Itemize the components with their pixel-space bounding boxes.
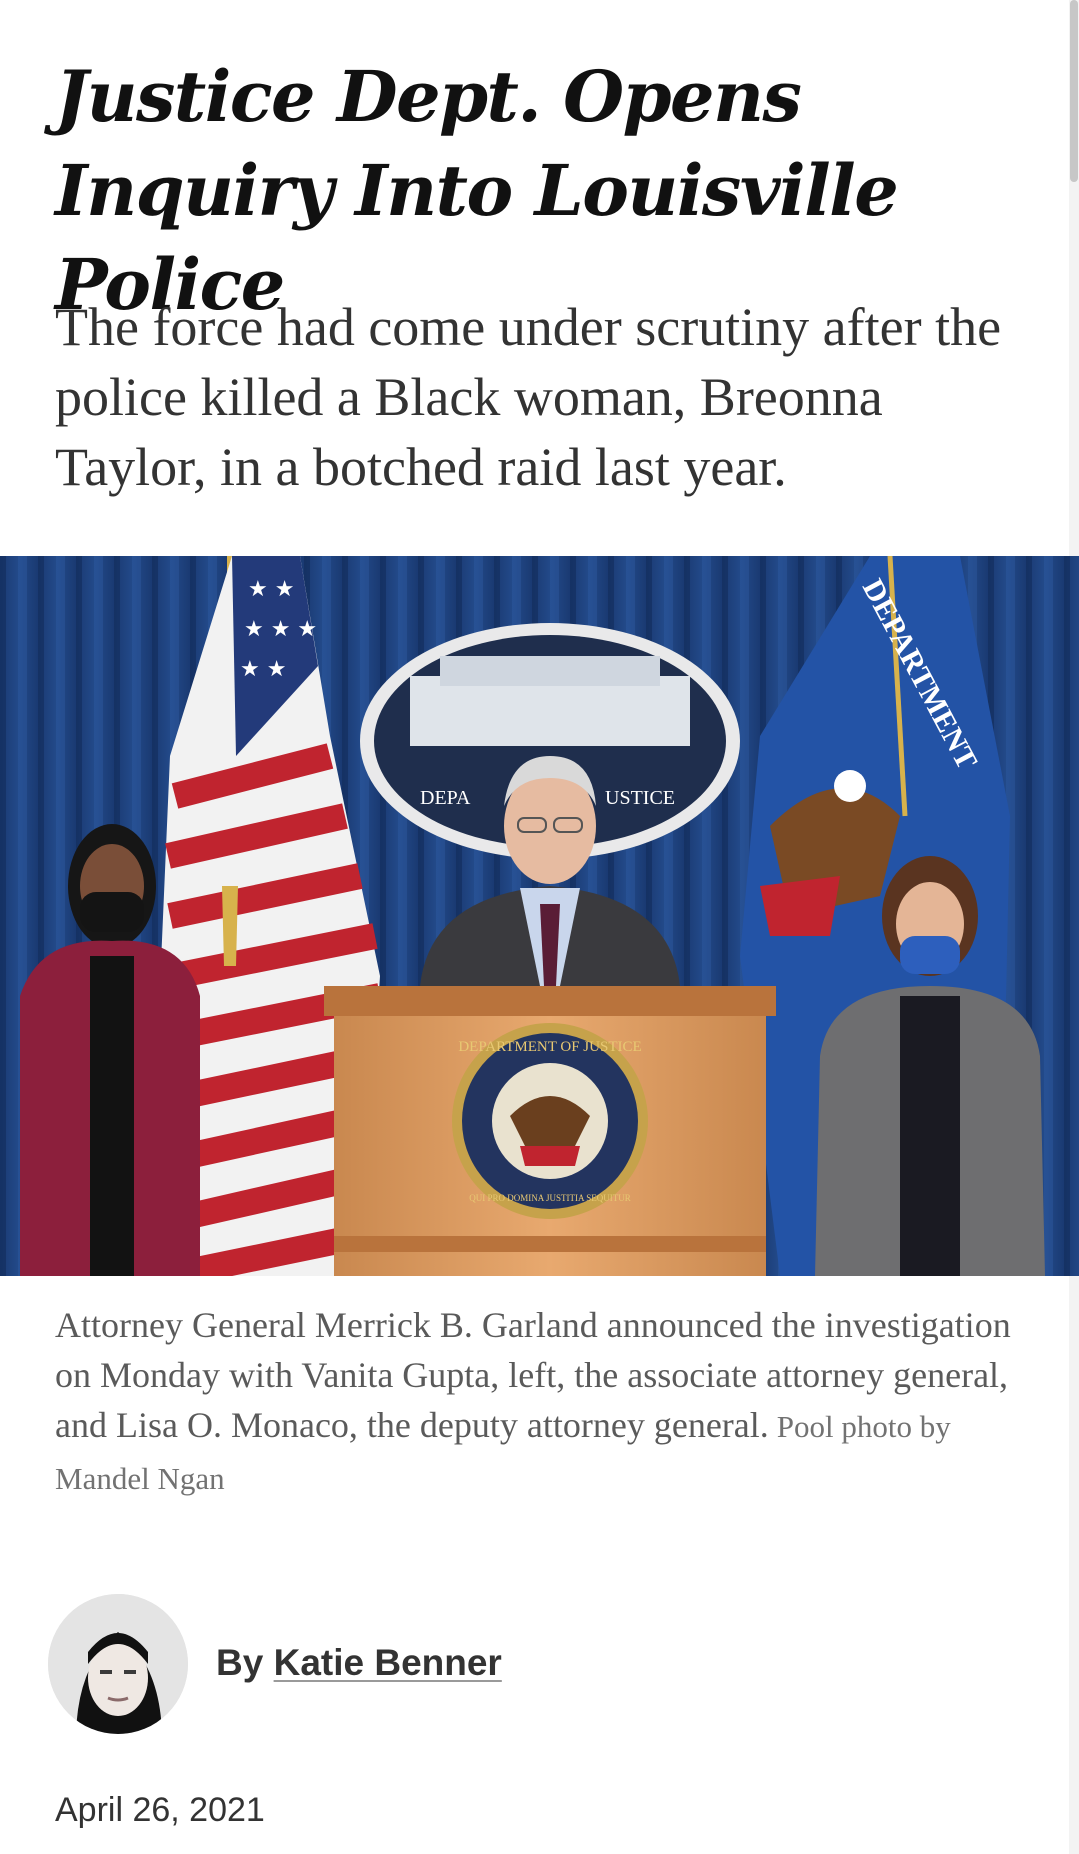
svg-text:★ ★: ★ ★ [240, 657, 286, 682]
podium-seal-text: DEPARTMENT OF JUSTICE [458, 1039, 641, 1055]
podium-seal-motto: QUI PRO DOMINA JUSTITIA SEQUITUR [469, 1193, 631, 1203]
wall-seal-text-left: DEPA [420, 787, 471, 809]
article-photo: ★ ★ ★ ★ ★ ★ ★ DEPA USTICE DEPARTMENT DEP… [0, 556, 1079, 1276]
photo-caption: Attorney General Merrick B. Garland anno… [55, 1300, 1015, 1504]
byline-prefix: By [216, 1642, 264, 1683]
svg-text:★ ★ ★: ★ ★ ★ [244, 617, 317, 642]
podium: DEPARTMENT OF JUSTICE QUI PRO DOMINA JUS… [324, 986, 776, 1276]
byline-block: By Katie Benner [48, 1594, 608, 1734]
scrollbar-thumb[interactable] [1070, 0, 1078, 182]
byline: By Katie Benner [216, 1638, 502, 1688]
avatar-photo-icon [48, 1594, 188, 1734]
article-summary: The force had come under scrutiny after … [55, 297, 1002, 497]
wall-seal-text-right: USTICE [605, 787, 675, 809]
article-headline: Justice Dept. Opens Inquiry Into Louisvi… [55, 55, 899, 326]
svg-text:★ ★: ★ ★ [248, 577, 294, 602]
publish-date: April 26, 2021 [55, 1791, 265, 1829]
author-link[interactable]: Katie Benner [274, 1642, 502, 1683]
author-avatar[interactable] [48, 1594, 188, 1734]
